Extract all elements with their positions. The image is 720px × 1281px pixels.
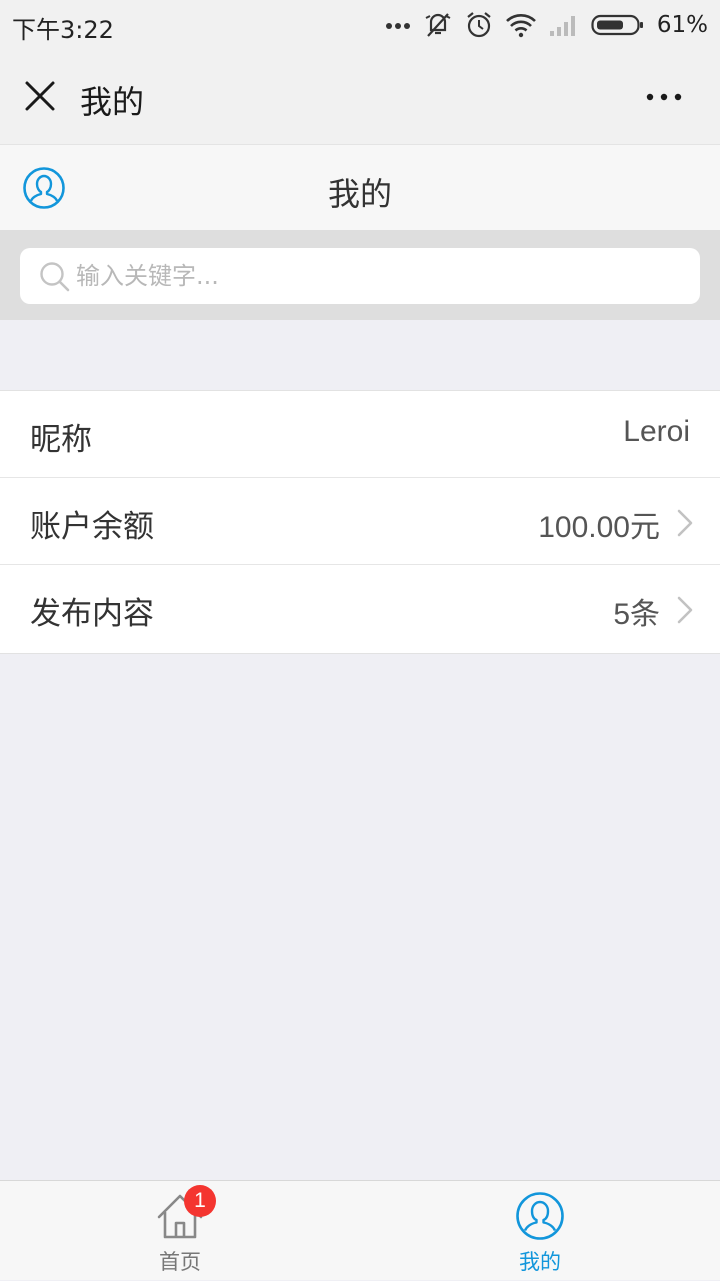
- row-value: 100.00元: [538, 511, 660, 544]
- chevron-right-icon: [677, 509, 693, 537]
- status-bar: 下午3:22 61%: [0, 0, 720, 50]
- wifi-icon: [505, 14, 536, 38]
- alarm-icon: [467, 12, 491, 38]
- search-box[interactable]: [20, 248, 700, 304]
- search-input[interactable]: [76, 248, 676, 304]
- notification-badge: 1: [184, 1185, 216, 1217]
- profile-list: 昵称 Leroi 账户余额 100.00元 发布内容 5条: [0, 390, 720, 654]
- row-label: 账户余额: [30, 509, 154, 545]
- battery-percent: 61%: [656, 12, 708, 38]
- user-icon: [516, 1192, 564, 1240]
- search-icon: [40, 262, 70, 292]
- row-label: 昵称: [30, 422, 92, 458]
- tab-me[interactable]: 我的: [360, 1181, 720, 1281]
- nav-title: 我的: [80, 83, 145, 121]
- status-icons: 61%: [385, 8, 708, 42]
- battery-icon: [591, 14, 643, 36]
- search-area: [0, 231, 720, 320]
- chevron-right-icon: [677, 596, 693, 624]
- row-label: 发布内容: [30, 596, 154, 632]
- tab-label: 首页: [159, 1250, 201, 1274]
- status-time: 下午3:22: [12, 16, 114, 44]
- page-header: 我的: [0, 144, 720, 231]
- vibrate-off-icon: [425, 13, 451, 37]
- more-dots-icon: [385, 23, 410, 29]
- close-icon[interactable]: [24, 80, 56, 112]
- list-item-posts[interactable]: 发布内容 5条: [0, 565, 720, 653]
- tab-home[interactable]: 1 首页: [0, 1181, 360, 1281]
- row-value: Leroi: [623, 415, 690, 448]
- list-item-nickname: 昵称 Leroi: [0, 391, 720, 478]
- tab-label: 我的: [519, 1250, 561, 1274]
- more-icon[interactable]: [644, 87, 684, 107]
- cellular-signal-icon: [549, 16, 575, 36]
- list-item-balance[interactable]: 账户余额 100.00元: [0, 478, 720, 565]
- row-value: 5条: [613, 598, 660, 631]
- tab-bar: 1 首页 我的: [0, 1180, 720, 1280]
- nav-bar: 我的: [0, 50, 720, 144]
- page-title: 我的: [327, 175, 392, 213]
